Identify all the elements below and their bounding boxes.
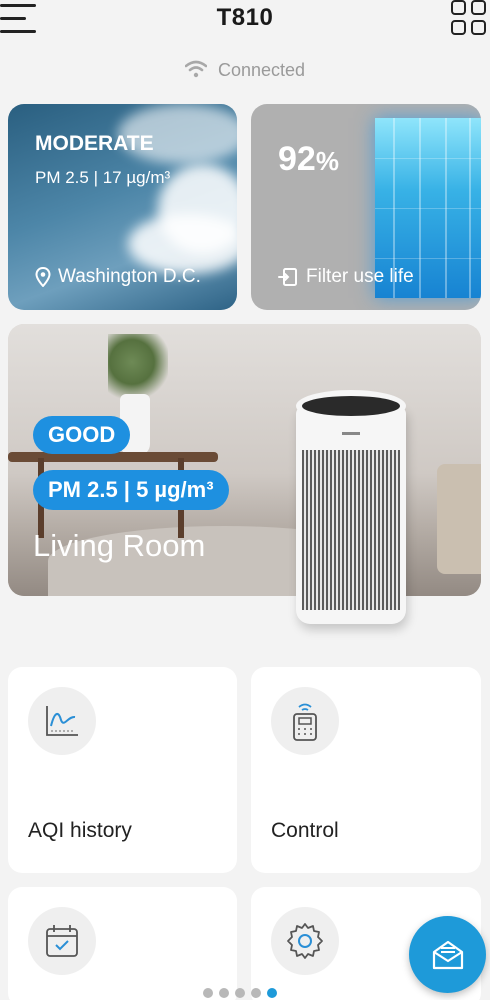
grid-icon-cell (451, 20, 466, 35)
page-dot-active[interactable] (267, 988, 277, 998)
location-label: Washington D.C. (58, 266, 201, 287)
gear-icon (287, 923, 323, 959)
tile-icon-circle (28, 687, 96, 755)
outdoor-aqi-level: MODERATE (35, 132, 154, 155)
connection-label: Connected (217, 60, 306, 80)
page-dot[interactable] (203, 988, 213, 998)
filter-life-card[interactable]: 92% Filter use life (251, 104, 481, 310)
grid-icon-cell (471, 0, 486, 15)
tile-icon-circle (28, 907, 96, 975)
page-dot[interactable] (235, 988, 245, 998)
filter-rib (375, 208, 481, 209)
wifi-icon (184, 60, 207, 78)
room-pm-badge: PM 2.5 | 5 µg/m³ (33, 470, 229, 510)
aqi-history-tile[interactable]: AQI history (8, 667, 237, 873)
tile-label: Control (271, 819, 339, 842)
filter-label-row: Filter use life (278, 266, 414, 288)
filter-percent-value: 92 (278, 140, 316, 178)
grid-button[interactable] (451, 0, 487, 36)
purifier-top (296, 390, 406, 422)
filter-percent: 92% (278, 140, 339, 179)
outdoor-pm-value: PM 2.5 | 17 µg/m³ (35, 168, 171, 187)
remote-icon (293, 703, 317, 741)
room-name: Living Room (33, 528, 206, 563)
tile-label: AQI history (28, 819, 132, 842)
grid-icon (451, 0, 466, 15)
filter-percent-sign: % (315, 146, 339, 176)
message-icon (432, 940, 463, 969)
outdoor-aqi-card[interactable]: MODERATE PM 2.5 | 17 µg/m³ Washington D.… (8, 104, 237, 310)
connection-status: Connected (0, 60, 490, 81)
filter-icon (278, 268, 297, 286)
page-dot[interactable] (251, 988, 261, 998)
purifier-brand-mark (342, 432, 360, 435)
air-purifier-image (290, 390, 412, 632)
filter-label: Filter use life (306, 266, 414, 287)
tile-icon-circle (271, 907, 339, 975)
filter-rib (375, 258, 481, 259)
location-pin-icon (35, 267, 51, 287)
schedule-tile[interactable] (8, 887, 237, 1000)
filter-rib (375, 158, 481, 159)
basket (437, 464, 481, 574)
location: Washington D.C. (35, 266, 201, 288)
message-button[interactable] (409, 916, 486, 993)
tile-icon-circle (271, 687, 339, 755)
page-title: T810 (216, 4, 274, 31)
chart-icon (46, 706, 78, 736)
room-aqi-badge: GOOD (33, 416, 131, 454)
page-dot[interactable] (219, 988, 229, 998)
purifier-body (296, 406, 406, 624)
page-indicator (203, 988, 277, 998)
grid-icon-cell (471, 20, 486, 35)
calendar-icon (46, 925, 78, 957)
purifier-grille (302, 450, 400, 610)
header: T810 (0, 0, 490, 50)
control-tile[interactable]: Control (251, 667, 481, 873)
